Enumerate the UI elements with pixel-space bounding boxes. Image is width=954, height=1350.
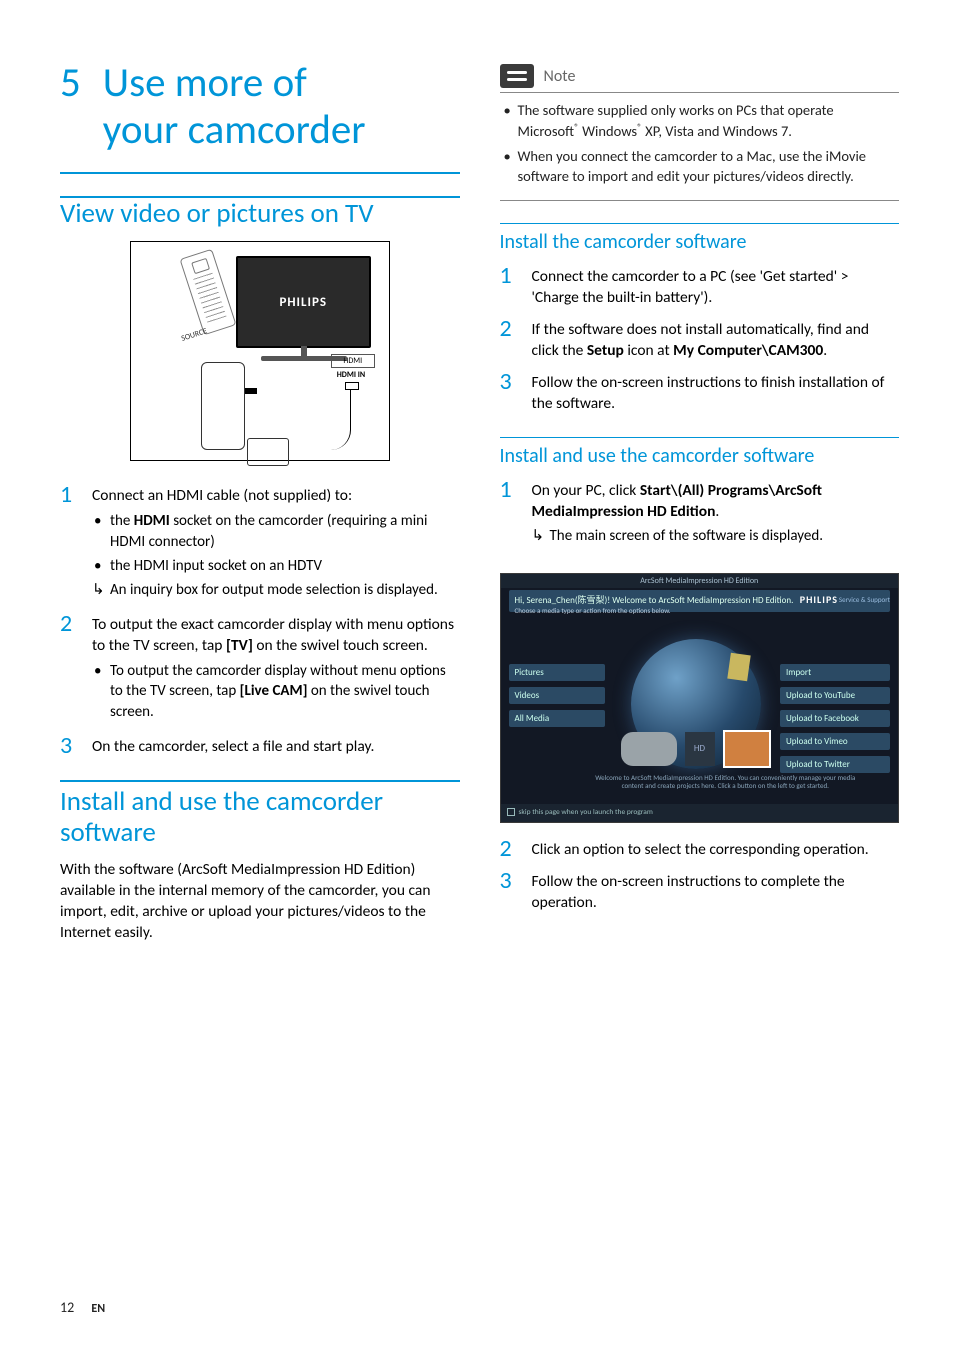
step-number: 3: [500, 869, 518, 914]
result-arrow-item: The main screen of the software is displ…: [532, 526, 900, 546]
hdmi-cable-icon: [251, 390, 351, 450]
sub-bullet: the HDMI socket on the camcorder (requir…: [92, 511, 460, 552]
chapter-rule: [60, 172, 460, 174]
subhead-install-and-use: Install and use the camcorder software: [500, 437, 900, 468]
ss-photo-icon: [723, 730, 771, 768]
tv-brand-label: PHILIPS: [279, 295, 327, 310]
hdmi-port-icon: [345, 382, 359, 390]
sub-bullet: the HDMI input socket on an HDTV: [92, 556, 460, 576]
page-number: 12: [60, 1299, 74, 1316]
hdmi-label: HDMI: [331, 354, 375, 368]
step-number: 3: [60, 734, 78, 758]
chapter-heading: 5 Use more of your camcorder: [60, 60, 460, 154]
install-software-steps: 1 Connect the camcorder to a PC (see 'Get…: [500, 264, 900, 415]
note-label: Note: [544, 67, 576, 86]
section-install-use-software: Install and use the camcorder software: [60, 780, 460, 848]
install-use-intro: With the software (ArcSoft MediaImpressi…: [60, 860, 460, 944]
step-body: To output the exact camcorder display wi…: [92, 612, 460, 726]
source-label: SOURCE: [180, 326, 208, 344]
step-number: 2: [60, 612, 78, 726]
page-footer: 12 EN: [60, 1299, 105, 1316]
step-number: 2: [500, 317, 518, 362]
step-body: On your PC, click Start\(All) Programs\A…: [532, 478, 900, 551]
camcorder-icon: [201, 362, 245, 450]
step-number: 1: [500, 264, 518, 309]
music-note-icon: [727, 652, 750, 681]
ss-camcorder-icon: [621, 732, 677, 766]
chapter-number: 5: [60, 60, 81, 154]
ss-right-button: Import: [780, 664, 890, 681]
hdmi-connection-diagram: SOURCE PHILIPS HDMI HDMI IN: [130, 241, 390, 461]
note-item: When you connect the camcorder to a Mac,…: [502, 147, 898, 186]
page-lang: EN: [91, 1302, 105, 1316]
result-arrow-item: An inquiry box for output mode selection…: [92, 580, 460, 600]
ss-footer-text: Welcome to ArcSoft MediaImpression HD Ed…: [593, 774, 859, 791]
arcsoft-screenshot: ArcSoft MediaImpression HD Edition Hi, S…: [500, 573, 900, 823]
step-body: Follow the on-screen instructions to fin…: [532, 370, 900, 415]
step: 2To output the exact camcorder display w…: [60, 612, 460, 726]
step-number: 2: [500, 837, 518, 861]
note-item: The software supplied only works on PCs …: [502, 101, 898, 141]
remote-icon: [179, 249, 236, 336]
ss-right-button: Upload to Vimeo: [780, 733, 890, 750]
ss-brand: PHILIPS: [800, 593, 838, 606]
step-number: 1: [500, 478, 518, 551]
step-number: 1: [60, 483, 78, 604]
step: 3 On the camcorder, select a file and sta…: [60, 734, 460, 758]
step: 1 Connect the camcorder to a PC (see 'Get…: [500, 264, 900, 309]
step-body: Click an option to select the correspond…: [532, 837, 900, 861]
chapter-title-line1: Use more of: [103, 58, 307, 108]
ss-left-buttons: Pictures Videos All Media: [509, 664, 605, 733]
step: 2 If the software does not install automa…: [500, 317, 900, 362]
note-icon: [500, 64, 534, 88]
chapter-title-line2: your camcorder: [103, 105, 366, 155]
step: 1On your PC, click Start\(All) Programs\…: [500, 478, 900, 551]
step-body: On the camcorder, select a file and star…: [92, 734, 460, 758]
install-use-steps-bottom: 2 Click an option to select the correspon…: [500, 837, 900, 914]
hdmi-in-label: HDMI IN: [337, 370, 365, 380]
step-body: If the software does not install automat…: [532, 317, 900, 362]
ss-titlebar: ArcSoft MediaImpression HD Edition: [501, 574, 899, 588]
ss-left-button: All Media: [509, 710, 605, 727]
step-body: Connect an HDMI cable (not supplied) to:…: [92, 483, 460, 604]
step-body: Connect the camcorder to a PC (see 'Get …: [532, 264, 900, 309]
ss-left-button: Videos: [509, 687, 605, 704]
ss-right-button: Upload to YouTube: [780, 687, 890, 704]
tv-icon: PHILIPS: [236, 256, 371, 348]
view-on-tv-steps: 1Connect an HDMI cable (not supplied) to…: [60, 483, 460, 758]
ss-right-buttons: Import Upload to YouTube Upload to Faceboo…: [780, 664, 890, 779]
ss-hd-label: HD: [685, 732, 715, 766]
ss-right-button: Upload to Facebook: [780, 710, 890, 727]
section-view-on-tv: View video or pictures on TV: [60, 196, 460, 229]
note-box: Note The software supplied only works on…: [500, 60, 900, 201]
step-body: Follow the on-screen instructions to com…: [532, 869, 900, 914]
ss-support: Service & Support: [839, 595, 890, 604]
step-number: 3: [500, 370, 518, 415]
step: 3 Follow the on-screen instructions to co…: [500, 869, 900, 914]
ss-skip-checkbox: [507, 808, 515, 816]
ss-left-button: Pictures: [509, 664, 605, 681]
ss-bottom-bar: skip this page when you launch the progr…: [501, 804, 899, 822]
subhead-install-camcorder-software: Install the camcorder software: [500, 223, 900, 254]
install-use-steps-top: 1On your PC, click Start\(All) Programs\…: [500, 478, 900, 551]
step: 2 Click an option to select the correspon…: [500, 837, 900, 861]
step: 1Connect an HDMI cable (not supplied) to…: [60, 483, 460, 604]
note-list: The software supplied only works on PCs …: [502, 101, 898, 186]
ss-right-button: Upload to Twitter: [780, 756, 890, 773]
step: 3 Follow the on-screen instructions to fi…: [500, 370, 900, 415]
sub-bullet: To output the camcorder display without …: [92, 661, 460, 722]
